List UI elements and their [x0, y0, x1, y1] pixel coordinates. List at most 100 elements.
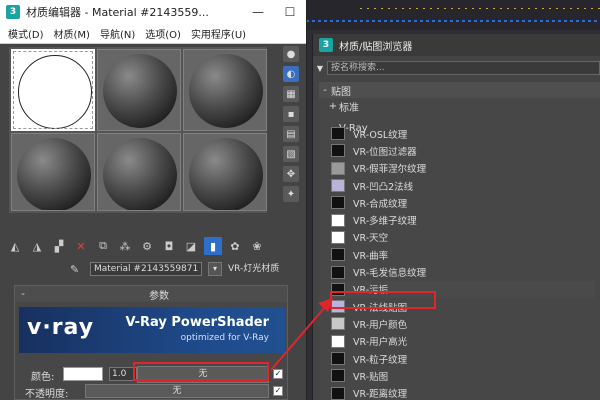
map-list-item[interactable]: VR-OSL纹理 — [331, 125, 595, 142]
sample-sphere — [103, 138, 177, 210]
map-list-item-label: VR-距离纹理 — [353, 389, 408, 400]
map-list-item-label: VR-用户颜色 — [353, 319, 408, 331]
map-list-item-label: VR-曲率 — [353, 250, 389, 262]
sample-slot-5[interactable] — [97, 133, 181, 211]
maximize-button[interactable]: ☐ — [274, 5, 306, 19]
map-list-item[interactable]: VR-粒子纹理 — [331, 350, 595, 367]
map-swatch-icon — [331, 179, 345, 193]
sample-sphere — [17, 138, 91, 210]
map-swatch-icon — [331, 144, 345, 158]
sample-slot-6[interactable] — [183, 133, 267, 211]
chevron-down-icon[interactable]: ▼ — [313, 64, 327, 73]
material-type-button[interactable]: VR-灯光材质 — [228, 262, 302, 276]
parameters-header[interactable]: - 参数 — [15, 286, 287, 302]
parameters-title: 参数 — [149, 290, 169, 302]
minimize-button[interactable]: — — [242, 5, 274, 19]
show-end-result-icon[interactable]: ▮ — [204, 237, 222, 255]
app-logo-icon: 3 — [319, 38, 333, 52]
sample-type-icon[interactable]: ● — [283, 46, 299, 62]
group-maps[interactable]: - 贴图 — [319, 82, 600, 98]
map-list-item[interactable]: VR-天空 — [331, 229, 595, 246]
get-material-icon[interactable]: ◭ — [6, 237, 24, 255]
map-list-item-label: VR-合成纹理 — [353, 198, 408, 210]
menu-material[interactable]: 材质(M) — [54, 26, 90, 41]
sample-slot-2[interactable] — [97, 49, 181, 131]
opacity-map-button[interactable]: 无 — [85, 384, 269, 398]
material-name-field[interactable]: Material #2143559871 — [90, 262, 202, 276]
color-label: 颜色: — [31, 372, 55, 383]
copy-material-icon[interactable]: ⧉ — [94, 237, 112, 255]
menu-navigation[interactable]: 导航(N) — [100, 26, 135, 41]
map-swatch-icon — [331, 265, 345, 279]
chevron-down-icon[interactable]: ▾ — [208, 262, 222, 276]
background-checker-icon[interactable]: ▦ — [283, 86, 299, 102]
map-swatch-icon — [331, 369, 345, 383]
show-shaded-icon[interactable]: ◪ — [182, 237, 200, 255]
map-list-item-label: VR-OSL纹理 — [353, 129, 408, 141]
viewport-grid-line — [300, 20, 600, 22]
menu-utilities[interactable]: 实用程序(U) — [191, 26, 246, 41]
map-list-item[interactable]: VR-贴图 — [331, 367, 595, 384]
menu-options[interactable]: 选项(O) — [145, 26, 181, 41]
vray-banner: v·ray V-Ray PowerShader optimized for V-… — [19, 307, 285, 353]
material-editor-titlebar[interactable]: 3 材质编辑器 - Material #2143559... — ☐ — [0, 0, 306, 24]
opacity-label: 不透明度: — [25, 389, 69, 400]
map-list-item[interactable]: VR-距离纹理 — [331, 384, 595, 400]
material-map-browser: 3 材质/贴图浏览器 ▼ 按名称搜索... - 贴图 + 标准 - V-Ray … — [312, 34, 600, 400]
select-by-material-icon[interactable]: ✦ — [283, 186, 299, 202]
sample-slot-1[interactable] — [11, 49, 95, 131]
vray-logo: v·ray — [27, 315, 95, 340]
backlight-icon[interactable]: ◐ — [283, 66, 299, 82]
map-swatch-icon — [331, 334, 345, 348]
color-swatch[interactable] — [63, 367, 103, 381]
material-editor-title: 材质编辑器 - Material #2143559... — [26, 6, 209, 19]
map-list-item[interactable]: VR-假菲涅尔纹理 — [331, 160, 595, 177]
sample-slot-4[interactable] — [11, 133, 95, 211]
go-to-parent-icon[interactable]: ✿ — [226, 237, 244, 255]
map-swatch-icon — [331, 127, 345, 141]
map-list-item[interactable]: VR-多维子纹理 — [331, 211, 595, 228]
material-editor-toolbar: ◭ ◮ ▞ ✕ ⧉ ⁂ ⚙ ◘ ◪ ▮ ✿ ❀ — [6, 236, 302, 256]
group-standard[interactable]: + 标准 — [327, 98, 600, 114]
menu-mode[interactable]: 模式(D) — [8, 26, 44, 41]
assign-material-icon[interactable]: ▞ — [50, 237, 68, 255]
vray-map-list: VR-OSL纹理 VR-位图过滤器 VR-假菲涅尔纹理 VR-凹凸2法线 VR-合成纹理… — [331, 125, 595, 400]
sample-sphere — [18, 55, 92, 129]
map-swatch-icon — [331, 248, 345, 262]
map-list-item[interactable]: VR-毛发信息纹理 — [331, 263, 595, 280]
material-editor-menubar: 模式(D) 材质(M) 导航(N) 选项(O) 实用程序(U) — [0, 24, 306, 44]
sample-uv-icon[interactable]: ▪ — [283, 106, 299, 122]
search-by-name-input[interactable]: 按名称搜索... — [327, 61, 600, 75]
map-swatch-icon — [331, 352, 345, 365]
map-browser-titlebar[interactable]: 3 材质/贴图浏览器 — [313, 34, 600, 56]
map-list-item[interactable]: VR-凹凸2法线 — [331, 177, 595, 194]
opacity-map-checkbox[interactable]: ✓ — [273, 386, 283, 396]
map-list-item[interactable]: VR-用户颜色 — [331, 315, 595, 332]
map-list-item[interactable]: VR-曲率 — [331, 246, 595, 263]
material-id-icon[interactable]: ◘ — [160, 237, 178, 255]
color-map-checkbox[interactable]: ✓ — [273, 369, 283, 379]
put-to-scene-icon[interactable]: ◮ — [28, 237, 46, 255]
make-unique-icon[interactable]: ⁂ — [116, 237, 134, 255]
collapse-icon[interactable]: - — [15, 289, 31, 300]
map-list-item-label: VR-粒子纹理 — [353, 354, 408, 366]
group-maps-label: 贴图 — [331, 86, 351, 98]
delete-icon[interactable]: ✕ — [72, 237, 90, 255]
side-toolbar: ● ◐ ▦ ▪ ▤ ▧ ✥ ✦ — [283, 44, 303, 206]
map-list-item[interactable]: VR-位图过滤器 — [331, 142, 595, 159]
map-list-item-label: VR-多维子纹理 — [353, 216, 417, 228]
map-list-item[interactable]: VR-合成纹理 — [331, 194, 595, 211]
eyedropper-icon[interactable]: ✎ — [70, 263, 84, 276]
map-swatch-icon — [331, 317, 345, 331]
put-to-library-icon[interactable]: ⚙ — [138, 237, 156, 255]
go-forward-sibling-icon[interactable]: ❀ — [248, 237, 266, 255]
map-browser-title: 材质/贴图浏览器 — [339, 41, 413, 53]
map-list-item[interactable]: VR-用户高光 — [331, 333, 595, 350]
sample-slot-3[interactable] — [183, 49, 267, 131]
video-color-check-icon[interactable]: ▤ — [283, 126, 299, 142]
make-preview-icon[interactable]: ▧ — [283, 146, 299, 162]
viewport-grid-line-2 — [360, 8, 600, 9]
parameters-rollout: - 参数 v·ray V-Ray PowerShader optimized f… — [14, 285, 288, 400]
options-icon[interactable]: ✥ — [283, 166, 299, 182]
material-editor-window: 3 材质编辑器 - Material #2143559... — ☐ 模式(D)… — [0, 0, 307, 400]
